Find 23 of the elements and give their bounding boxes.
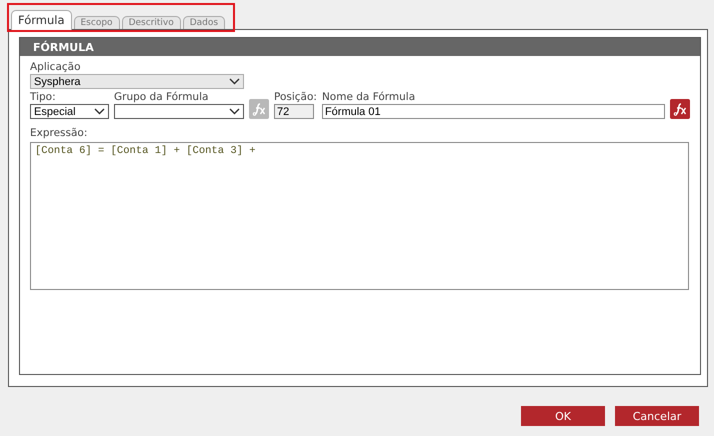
formula-icon[interactable] [670, 99, 690, 119]
tab[interactable]: Descritivo [122, 16, 181, 29]
formula-name-field[interactable]: Fórmula 01 [322, 104, 665, 119]
type-select[interactable]: Especial [30, 104, 109, 119]
chevron-down-icon [229, 108, 240, 115]
chevron-down-icon [94, 108, 105, 115]
field-label: Posição: [274, 91, 317, 104]
field-label: Tipo: [30, 91, 57, 104]
tab[interactable]: Fórmula [11, 10, 72, 30]
expression-field[interactable]: [Conta 6] = [Conta 1] + [Conta 3] + [30, 142, 689, 290]
application-select[interactable]: Sysphera [30, 74, 244, 89]
section-title: FÓRMULA [20, 38, 700, 56]
field-label: Aplicação [30, 61, 82, 74]
group-select[interactable] [114, 104, 244, 119]
field-label: Nome da Fórmula [322, 91, 416, 104]
tab[interactable]: Dados [182, 16, 226, 29]
tab[interactable]: Escopo [74, 16, 120, 29]
ok-button[interactable]: OK [521, 406, 605, 426]
chevron-down-icon [229, 78, 240, 85]
cancel-button[interactable]: Cancelar [615, 406, 699, 426]
position-field[interactable]: 72 [274, 104, 314, 119]
field-label: Expressão: [30, 127, 88, 140]
field-label: Grupo da Fórmula [114, 91, 210, 104]
